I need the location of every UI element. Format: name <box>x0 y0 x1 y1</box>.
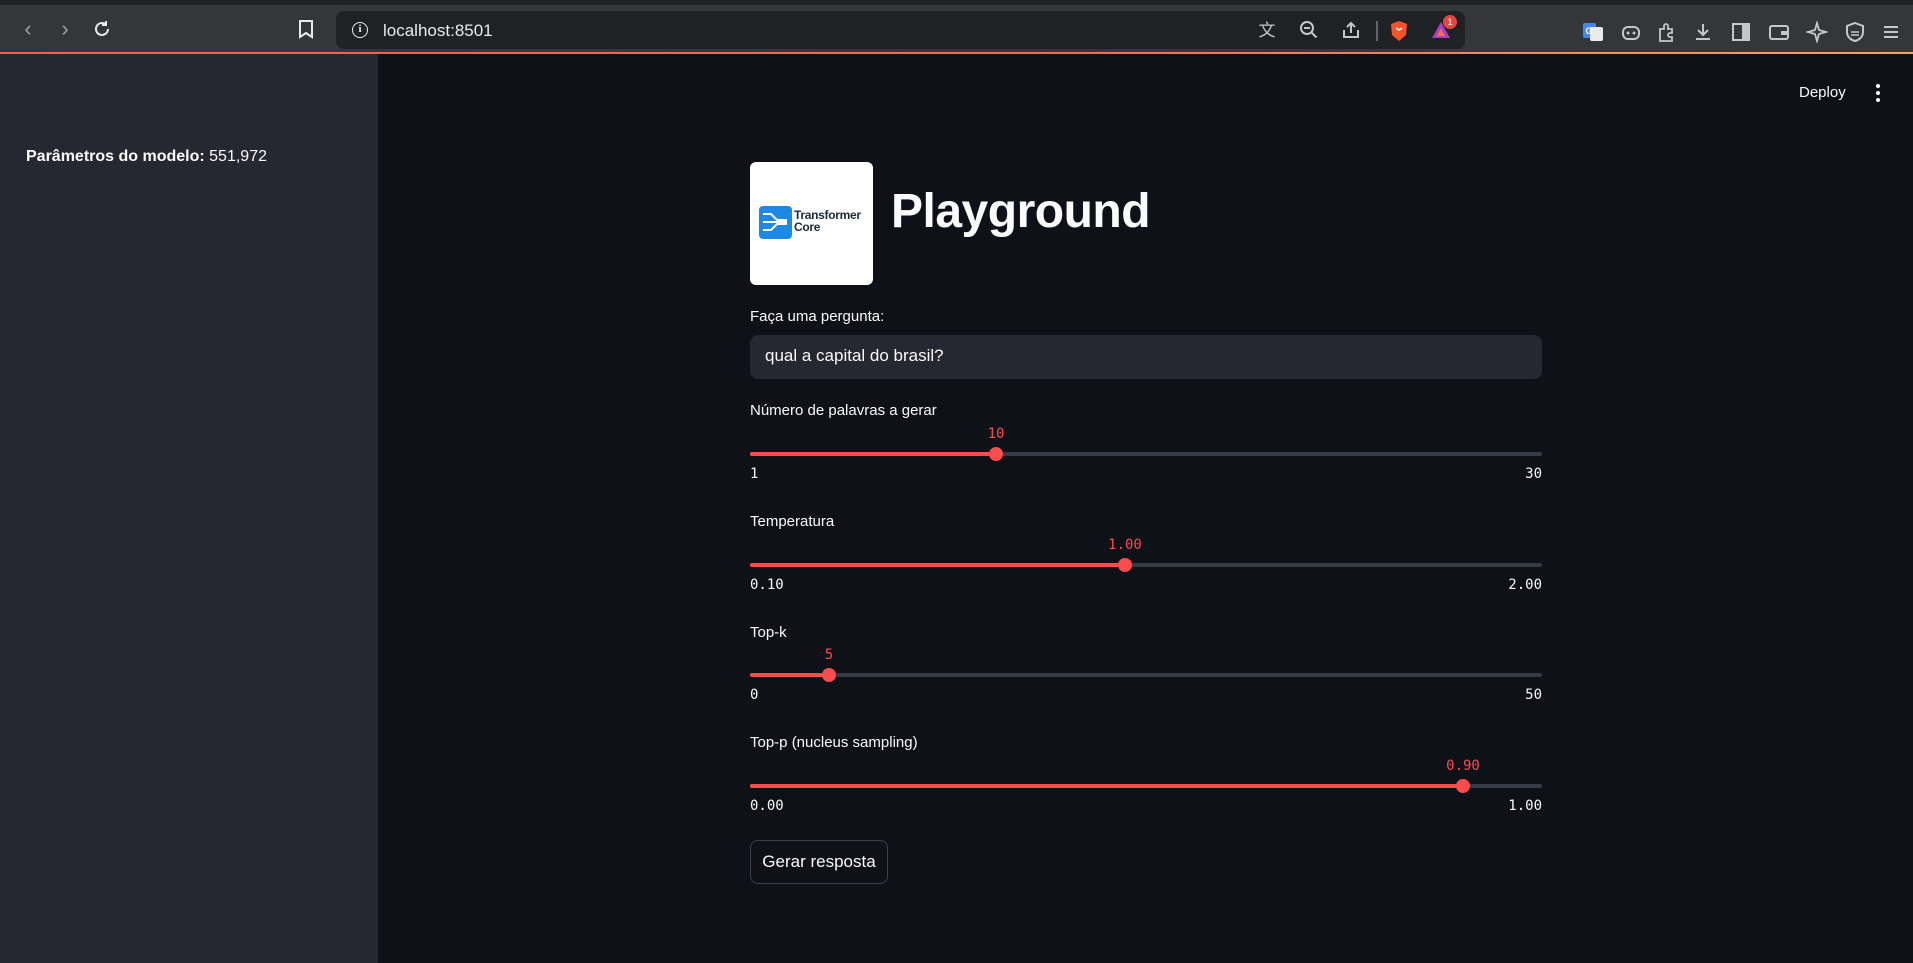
wallet-icon[interactable] <box>1768 21 1790 43</box>
reload-icon[interactable] <box>88 15 116 43</box>
deploy-button[interactable]: Deploy <box>1799 84 1846 101</box>
slider-value: 10 <box>987 426 1005 442</box>
browser-toolbar: ‹ › i localhost:8501 文 1 G <box>0 0 1913 54</box>
slider-top-k[interactable]: 5 0 50 <box>750 645 1542 705</box>
slider-fill <box>750 452 996 456</box>
main-menu-icon[interactable] <box>1873 84 1883 104</box>
slider-top-p[interactable]: 0.90 0.00 1.00 <box>750 756 1542 816</box>
slider-label-top-p: Top-p (nucleus sampling) <box>750 734 918 751</box>
url-text[interactable]: localhost:8501 <box>383 21 493 41</box>
slider-label-temperature: Temperatura <box>750 513 835 530</box>
slider-words[interactable]: 10 1 30 <box>750 424 1542 484</box>
slider-max: 2.00 <box>1508 577 1542 593</box>
back-icon[interactable]: ‹ <box>14 15 42 43</box>
slider-thumb[interactable] <box>1456 779 1470 793</box>
question-input[interactable]: qual a capital do brasil? <box>750 335 1542 379</box>
leo-ai-icon[interactable] <box>1804 19 1830 45</box>
address-bar[interactable]: i localhost:8501 文 1 <box>336 11 1465 49</box>
separator <box>1376 21 1378 41</box>
slider-thumb[interactable] <box>989 447 1003 461</box>
slider-temperature[interactable]: 1.00 0.10 2.00 <box>750 535 1542 595</box>
google-translate-ext-icon[interactable]: G <box>1582 21 1604 43</box>
slider-label-words: Número de palavras a gerar <box>750 402 937 419</box>
slider-min: 1 <box>750 466 759 482</box>
svg-text:G: G <box>1586 26 1593 36</box>
logo-text: Transformer Core <box>794 209 861 233</box>
zoom-out-icon[interactable] <box>1298 20 1320 42</box>
sidebar-icon[interactable] <box>1730 21 1752 43</box>
vpn-icon[interactable] <box>1844 21 1866 43</box>
model-params: Parâmetros do modelo: 551,972 <box>26 148 267 166</box>
slider-min: 0.10 <box>750 577 784 593</box>
model-params-label: Parâmetros do modelo: <box>26 148 205 165</box>
sidebar: Parâmetros do modelo: 551,972 <box>0 54 378 963</box>
slider-min: 0 <box>750 687 759 703</box>
extensions-icon[interactable] <box>1656 21 1678 43</box>
site-info-icon[interactable]: i <box>352 22 368 38</box>
slider-min: 0.00 <box>750 798 784 814</box>
notification-badge: 1 <box>1443 15 1457 29</box>
slider-max: 30 <box>1525 466 1542 482</box>
slider-thumb[interactable] <box>1118 558 1132 572</box>
downloads-icon[interactable] <box>1692 21 1714 43</box>
slider-fill <box>750 784 1463 788</box>
page-title: Playground <box>891 185 1151 238</box>
logo-mark-icon <box>759 206 792 239</box>
copilot-ext-icon[interactable] <box>1620 21 1642 43</box>
slider-fill <box>750 563 1125 567</box>
generate-button[interactable]: Gerar resposta <box>750 840 888 884</box>
slider-fill <box>750 673 829 677</box>
slider-value: 0.90 <box>1446 758 1480 774</box>
bookmark-icon[interactable] <box>292 15 320 43</box>
model-params-value: 551,972 <box>209 148 267 165</box>
slider-max: 1.00 <box>1508 798 1542 814</box>
slider-track[interactable] <box>750 673 1542 677</box>
menu-icon[interactable] <box>1880 21 1902 43</box>
slider-value: 5 <box>824 647 834 663</box>
forward-icon[interactable]: › <box>51 15 79 43</box>
slider-label-top-k: Top-k <box>750 624 787 641</box>
translate-icon[interactable]: 文 <box>1256 20 1278 42</box>
question-label: Faça uma pergunta: <box>750 308 885 325</box>
slider-thumb[interactable] <box>822 668 836 682</box>
logo-text-line2: Core <box>794 220 821 234</box>
brave-shield-icon[interactable] <box>1388 20 1410 42</box>
share-icon[interactable] <box>1340 20 1362 42</box>
app-logo: Transformer Core <box>750 162 873 285</box>
slider-value: 1.00 <box>1108 537 1142 553</box>
slider-max: 50 <box>1525 687 1542 703</box>
brave-rewards-icon[interactable]: 1 <box>1430 15 1457 42</box>
